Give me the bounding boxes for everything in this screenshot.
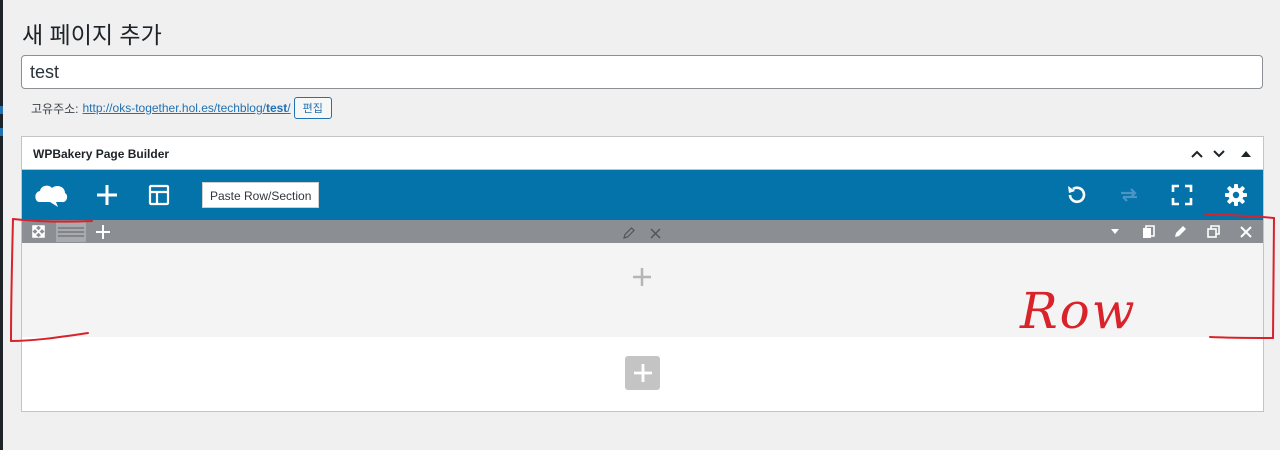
permalink-label: 고유주소: (31, 101, 79, 116)
drag-handle-icon[interactable] (56, 221, 86, 242)
row-dropdown-icon[interactable] (1105, 222, 1125, 241)
metabox-title: WPBakery Page Builder (33, 147, 170, 161)
admin-sidebar-edge (0, 0, 3, 450)
row-delete-icon[interactable] (1236, 222, 1256, 241)
wpbakery-metabox: WPBakery Page Builder Paste Row/Section (21, 136, 1264, 412)
add-element-icon[interactable] (92, 180, 122, 210)
logo-icon[interactable] (34, 180, 68, 210)
add-column-icon[interactable] (93, 222, 113, 241)
column-edit-icon[interactable] (621, 225, 637, 241)
post-title-input[interactable] (21, 55, 1263, 89)
row-edit-icon[interactable] (1170, 222, 1190, 241)
toggle-panel-icon[interactable] (1236, 144, 1256, 164)
permalink-slug: test (265, 101, 288, 115)
admin-sidebar-marker (0, 128, 3, 136)
column-add-element-icon[interactable] (630, 265, 654, 289)
row-controls-bar (22, 220, 1263, 243)
edit-permalink-button[interactable]: 편집 (293, 97, 332, 119)
permalink-link[interactable]: http://oks-together.hol.es/techblog/test… (83, 101, 291, 115)
permalink-row: 고유주소: http://oks-together.hol.es/techblo… (31, 97, 332, 119)
metabox-header: WPBakery Page Builder (22, 137, 1263, 170)
row-copy-icon[interactable] (1138, 222, 1158, 241)
move-down-icon[interactable] (1209, 144, 1229, 164)
builder-toolbar: Paste Row/Section (22, 170, 1263, 220)
page-title: 새 페이지 추가 (22, 22, 162, 48)
row-section (22, 220, 1263, 337)
add-element-button[interactable] (625, 356, 660, 390)
column-delete-icon[interactable] (647, 225, 663, 241)
move-up-icon[interactable] (1187, 144, 1207, 164)
settings-icon[interactable] (1221, 180, 1251, 210)
templates-icon[interactable] (144, 180, 174, 210)
redo-icon (1114, 180, 1144, 210)
row-clone-icon[interactable] (1203, 222, 1223, 241)
admin-sidebar-marker (0, 106, 3, 114)
fullscreen-icon[interactable] (1167, 180, 1197, 210)
undo-icon[interactable] (1061, 180, 1091, 210)
expand-row-icon[interactable] (28, 222, 48, 241)
paste-row-button[interactable]: Paste Row/Section (202, 182, 320, 208)
